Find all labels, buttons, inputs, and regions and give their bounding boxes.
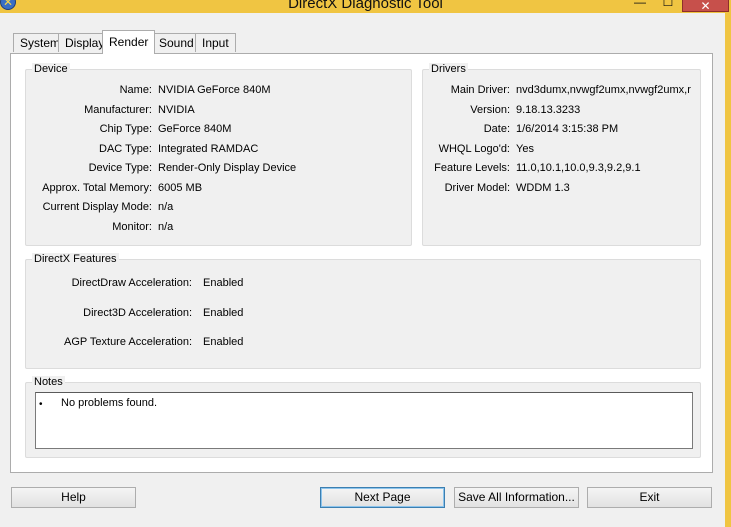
- exit-button[interactable]: Exit: [587, 487, 712, 508]
- agp-texture-value: Enabled: [203, 336, 244, 348]
- directx-features-group: DirectX Features DirectDraw Acceleration…: [25, 253, 701, 369]
- maximize-button[interactable]: ☐: [658, 0, 678, 10]
- device-type-label: Device Type:: [88, 162, 152, 174]
- dac-type-label: DAC Type:: [99, 143, 152, 155]
- date-label: Date:: [483, 123, 510, 135]
- version-label: Version:: [470, 104, 510, 116]
- close-button[interactable]: ✕: [682, 0, 729, 12]
- minimize-button[interactable]: —: [630, 0, 650, 10]
- device-type-value: Render-Only Display Device: [158, 162, 297, 174]
- directdraw-value: Enabled: [203, 277, 244, 289]
- whql-value: Yes: [516, 143, 534, 155]
- tab-input[interactable]: Input: [195, 33, 236, 52]
- date-value: 1/6/2014 3:15:38 PM: [516, 123, 619, 135]
- dialog-client-area: System Display Render Sound Input Device…: [0, 13, 725, 527]
- feature-levels-value: 11.0,10.1,10.0,9.3,9.2,9.1: [516, 162, 641, 174]
- total-memory-value: 6005 MB: [158, 182, 203, 194]
- device-group-title: Device: [32, 63, 70, 76]
- device-name-value: NVIDIA GeForce 840M: [158, 84, 271, 96]
- help-button[interactable]: Help: [11, 487, 136, 508]
- manufacturer-value: NVIDIA: [158, 104, 195, 116]
- monitor-label: Monitor:: [112, 221, 152, 233]
- display-mode-value: n/a: [158, 201, 174, 213]
- total-memory-label: Approx. Total Memory:: [42, 182, 152, 194]
- version-value: 9.18.13.3233: [516, 104, 581, 116]
- drivers-group: Drivers Main Driver: nvd3dumx,nvwgf2umx,…: [422, 63, 701, 246]
- title-bar: ✕ DirectX Diagnostic Tool — ☐ ✕: [0, 0, 731, 13]
- note-bullet: •: [39, 399, 43, 410]
- chip-type-label: Chip Type:: [99, 123, 152, 135]
- notes-group-title: Notes: [32, 376, 65, 389]
- dac-type-value: Integrated RAMDAC: [158, 143, 259, 155]
- drivers-group-title: Drivers: [429, 63, 468, 76]
- notes-group: Notes • No problems found.: [25, 376, 701, 458]
- features-group-title: DirectX Features: [32, 253, 119, 266]
- driver-model-label: Driver Model:: [444, 182, 510, 194]
- tab-render[interactable]: Render: [102, 30, 156, 54]
- main-driver-value: nvd3dumx,nvwgf2umx,nvwgf2umx,r: [516, 84, 691, 96]
- direct3d-value: Enabled: [203, 307, 244, 319]
- whql-label: WHQL Logo'd:: [438, 143, 510, 155]
- device-name-label: Name:: [119, 84, 152, 96]
- manufacturer-label: Manufacturer:: [84, 104, 152, 116]
- notes-text-area[interactable]: • No problems found.: [35, 392, 693, 449]
- driver-model-value: WDDM 1.3: [516, 182, 570, 194]
- feature-levels-label: Feature Levels:: [434, 162, 510, 174]
- chip-type-value: GeForce 840M: [158, 123, 232, 135]
- directdraw-label: DirectDraw Acceleration:: [71, 277, 192, 289]
- agp-texture-label: AGP Texture Acceleration:: [64, 336, 192, 348]
- render-tab-panel: Device Name: NVIDIA GeForce 840M Manufac…: [10, 53, 713, 473]
- display-mode-label: Current Display Mode:: [42, 201, 152, 213]
- save-all-information-button[interactable]: Save All Information...: [454, 487, 579, 508]
- direct3d-label: Direct3D Acceleration:: [83, 307, 192, 319]
- device-group: Device Name: NVIDIA GeForce 840M Manufac…: [25, 63, 412, 246]
- main-driver-label: Main Driver:: [450, 84, 510, 96]
- window-title: DirectX Diagnostic Tool: [288, 0, 443, 12]
- monitor-value: n/a: [158, 221, 174, 233]
- note-item: No problems found.: [61, 397, 157, 409]
- next-page-button[interactable]: Next Page: [320, 487, 445, 508]
- tab-sound[interactable]: Sound: [152, 33, 201, 52]
